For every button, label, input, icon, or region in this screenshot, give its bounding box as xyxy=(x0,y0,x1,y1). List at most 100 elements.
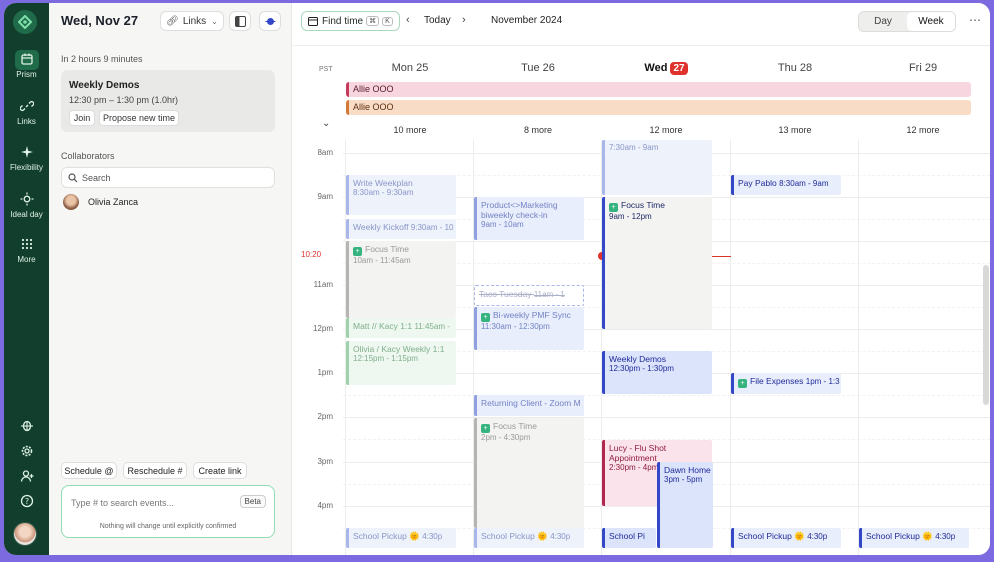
extension-button[interactable] xyxy=(259,11,281,31)
ai-command-input[interactable]: Type # to search events... Beta Nothing … xyxy=(61,485,275,538)
event-title: Focus Time xyxy=(621,200,665,210)
event-title: Olivia / Kacy Weekly 1:1 xyxy=(353,344,445,354)
rail-item-ideal-day[interactable]: Ideal day xyxy=(4,190,49,219)
focus-badge-icon: + xyxy=(353,247,362,256)
event-block[interactable]: + Bi-weekly PMF Sync 11:30am - 12:30pm xyxy=(474,307,584,350)
event-title: Taco Tuesday xyxy=(479,289,532,299)
event-block[interactable]: School Pickup 🌞 4:30p xyxy=(859,528,969,548)
event-time: 10am - 11:45am xyxy=(353,256,411,265)
rail-label: Links xyxy=(17,117,36,126)
event-block[interactable]: School Pickup 🌞 4:30p xyxy=(731,528,841,548)
view-day-option[interactable]: Day xyxy=(859,12,907,31)
allday-event[interactable]: Allie OOO xyxy=(346,82,971,97)
event-block[interactable]: + Focus Time 9am - 12pm xyxy=(602,197,712,329)
event-block[interactable]: Matt // Kacy 1:1 11:45am - xyxy=(346,318,456,338)
more-events-tue[interactable]: 8 more xyxy=(474,125,602,135)
sparkle-icon xyxy=(20,145,33,158)
event-block[interactable]: Dawn Home 3pm - 5pm xyxy=(657,462,713,548)
more-events-wed[interactable]: 12 more xyxy=(602,125,730,135)
user-avatar[interactable] xyxy=(13,522,37,546)
help-icon[interactable]: ? xyxy=(4,494,49,508)
event-time: 4:30p xyxy=(422,532,443,541)
event-block[interactable]: + File Expenses 1pm - 1:3 xyxy=(731,373,841,394)
event-block[interactable]: 7:30am - 9am xyxy=(602,140,712,195)
search-icon xyxy=(68,173,78,183)
next-event-title: Weekly Demos xyxy=(69,80,140,91)
chevron-right-icon[interactable]: › xyxy=(462,14,466,26)
beta-badge: Beta xyxy=(239,495,266,508)
event-block[interactable]: School Pi xyxy=(602,528,656,548)
join-button[interactable]: Join xyxy=(69,110,95,126)
more-events-thu[interactable]: 13 more xyxy=(731,125,859,135)
rail-item-prism[interactable]: Prism xyxy=(4,50,49,79)
event-block[interactable]: Returning Client - Zoom M xyxy=(474,395,584,416)
links-dropdown[interactable]: 🔗︎ Links ⌄ xyxy=(160,11,224,31)
event-title: Focus Time xyxy=(493,421,537,431)
more-events-mon[interactable]: 10 more xyxy=(346,125,474,135)
day-header-mon[interactable]: Mon 25 xyxy=(346,62,474,74)
event-block[interactable]: Weekly Kickoff 9:30am - 10 xyxy=(346,219,456,239)
shortcut-key-cmd: ⌘ xyxy=(366,16,380,26)
divider xyxy=(293,45,990,46)
event-block[interactable]: Product<>Marketing biweekly check-in 9am … xyxy=(474,197,584,240)
chevron-left-icon[interactable]: ‹ xyxy=(406,14,410,26)
calendar-week-view: Find time ⌘ K ‹ Today › November 2024 Da… xyxy=(293,3,990,555)
event-block[interactable]: School Pickup 🌞 4:30p xyxy=(474,528,584,548)
rail-item-links[interactable]: Links xyxy=(4,97,49,126)
create-link-button[interactable]: Create link xyxy=(193,462,247,479)
more-events-fri[interactable]: 12 more xyxy=(859,125,987,135)
event-title: Weekly Demos xyxy=(609,354,666,364)
vertical-scrollbar[interactable] xyxy=(983,265,989,405)
hour-label: 12pm xyxy=(312,324,333,333)
collaborator-item[interactable]: Olivia Zanca xyxy=(63,194,138,210)
grid-dots-icon xyxy=(21,238,32,249)
next-event-card[interactable]: Weekly Demos 12:30 pm – 1:30 pm (1.0hr) … xyxy=(61,70,275,132)
event-time: 4:30p xyxy=(807,532,828,541)
event-block[interactable]: + Focus Time 2pm - 4:30pm xyxy=(474,418,584,528)
schedule-button[interactable]: Schedule @ xyxy=(61,462,117,479)
bug-icon[interactable] xyxy=(4,418,49,432)
event-title: Weekly Kickoff xyxy=(353,222,409,232)
sun-icon xyxy=(20,192,33,205)
time-grid[interactable]: 8am 9am 11am 12pm 1pm 2pm 3pm 4pm 10:20 … xyxy=(293,140,990,555)
reschedule-button[interactable]: Reschedule # xyxy=(123,462,187,479)
day-header-fri[interactable]: Fri 29 xyxy=(859,62,987,74)
event-block[interactable]: Pay Pablo 8:30am - 9am xyxy=(731,175,841,195)
event-time: 9am - 12pm xyxy=(609,212,652,221)
focus-badge-icon: + xyxy=(481,313,490,322)
event-block[interactable]: + Focus Time 10am - 11:45am xyxy=(346,241,456,318)
propose-new-time-button[interactable]: Propose new time xyxy=(99,110,179,126)
rail-label: Prism xyxy=(16,70,37,79)
settings-gear-icon[interactable] xyxy=(4,444,49,458)
day-header-tue[interactable]: Tue 26 xyxy=(474,62,602,74)
event-block[interactable]: Write Weekplan 8:30am - 9:30am xyxy=(346,175,456,215)
rail-label: More xyxy=(17,255,36,264)
event-block[interactable]: Taco Tuesday 11am - 1 xyxy=(474,285,584,306)
day-header-wed[interactable]: Wed 27 xyxy=(602,62,730,75)
view-week-option[interactable]: Week xyxy=(907,12,955,31)
day-header-thu[interactable]: Thu 28 xyxy=(731,62,859,74)
rail-item-more[interactable]: More xyxy=(4,235,49,264)
event-block[interactable]: Weekly Demos 12:30pm - 1:30pm xyxy=(602,351,712,394)
allday-event[interactable]: Allie OOO xyxy=(346,100,971,115)
add-user-icon[interactable] xyxy=(4,469,49,483)
sidebar-toggle-button[interactable] xyxy=(229,11,251,31)
collapse-chevron-icon[interactable]: ⌄ xyxy=(322,118,330,129)
event-title: Pay Pablo xyxy=(738,178,777,188)
app-logo-icon[interactable] xyxy=(13,10,37,34)
event-title: Matt // Kacy 1:1 xyxy=(353,321,413,331)
hour-label: 11am xyxy=(313,280,333,289)
ai-disclaimer: Nothing will change until explicitly con… xyxy=(99,523,237,530)
today-button[interactable]: Today xyxy=(424,15,451,26)
more-options-icon[interactable]: ⋯ xyxy=(969,13,981,27)
collaborator-search-input[interactable]: Search xyxy=(61,167,275,188)
find-time-button[interactable]: Find time ⌘ K xyxy=(301,11,400,31)
event-block[interactable]: Olivia / Kacy Weekly 1:1 12:15pm - 1:15pm xyxy=(346,341,456,385)
day-label: Wed xyxy=(644,62,668,74)
hour-label: 2pm xyxy=(317,412,333,421)
panel-toggle-icon xyxy=(234,15,246,27)
event-block[interactable]: School Pickup 🌞 4:30p xyxy=(346,528,456,548)
event-title: School Pickup 🌞 xyxy=(353,531,420,541)
svg-text:?: ? xyxy=(24,497,28,506)
rail-item-flexibility[interactable]: Flexibility xyxy=(4,143,49,172)
